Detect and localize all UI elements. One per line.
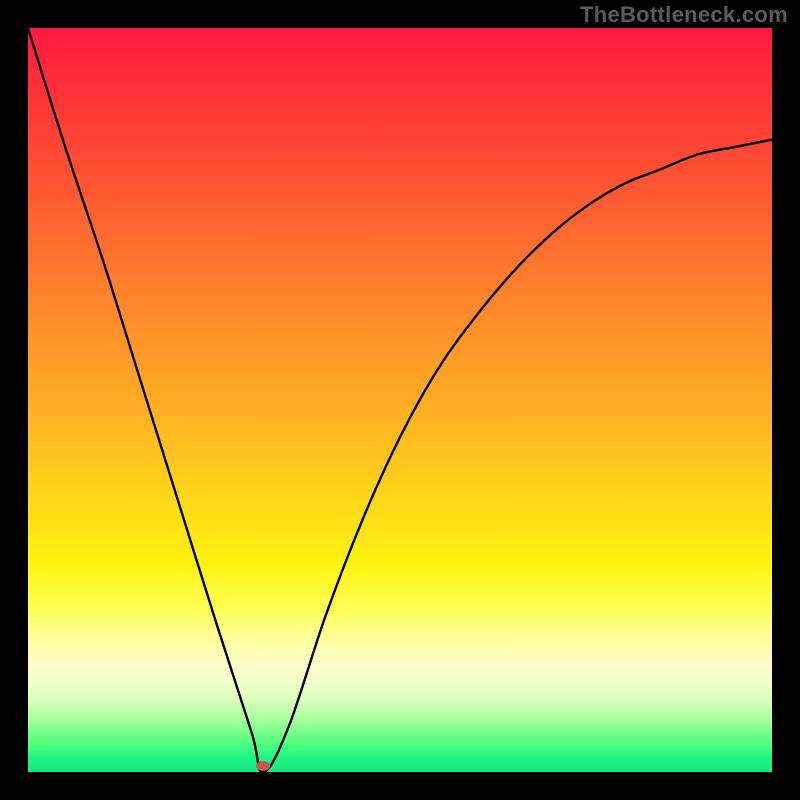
- bottleneck-curve: [28, 28, 772, 772]
- chart-stage: TheBottleneck.com: [0, 0, 800, 800]
- plot-area: [28, 28, 772, 772]
- bottleneck-marker: [256, 761, 270, 771]
- curve-layer: [28, 28, 772, 772]
- watermark-text: TheBottleneck.com: [580, 2, 788, 28]
